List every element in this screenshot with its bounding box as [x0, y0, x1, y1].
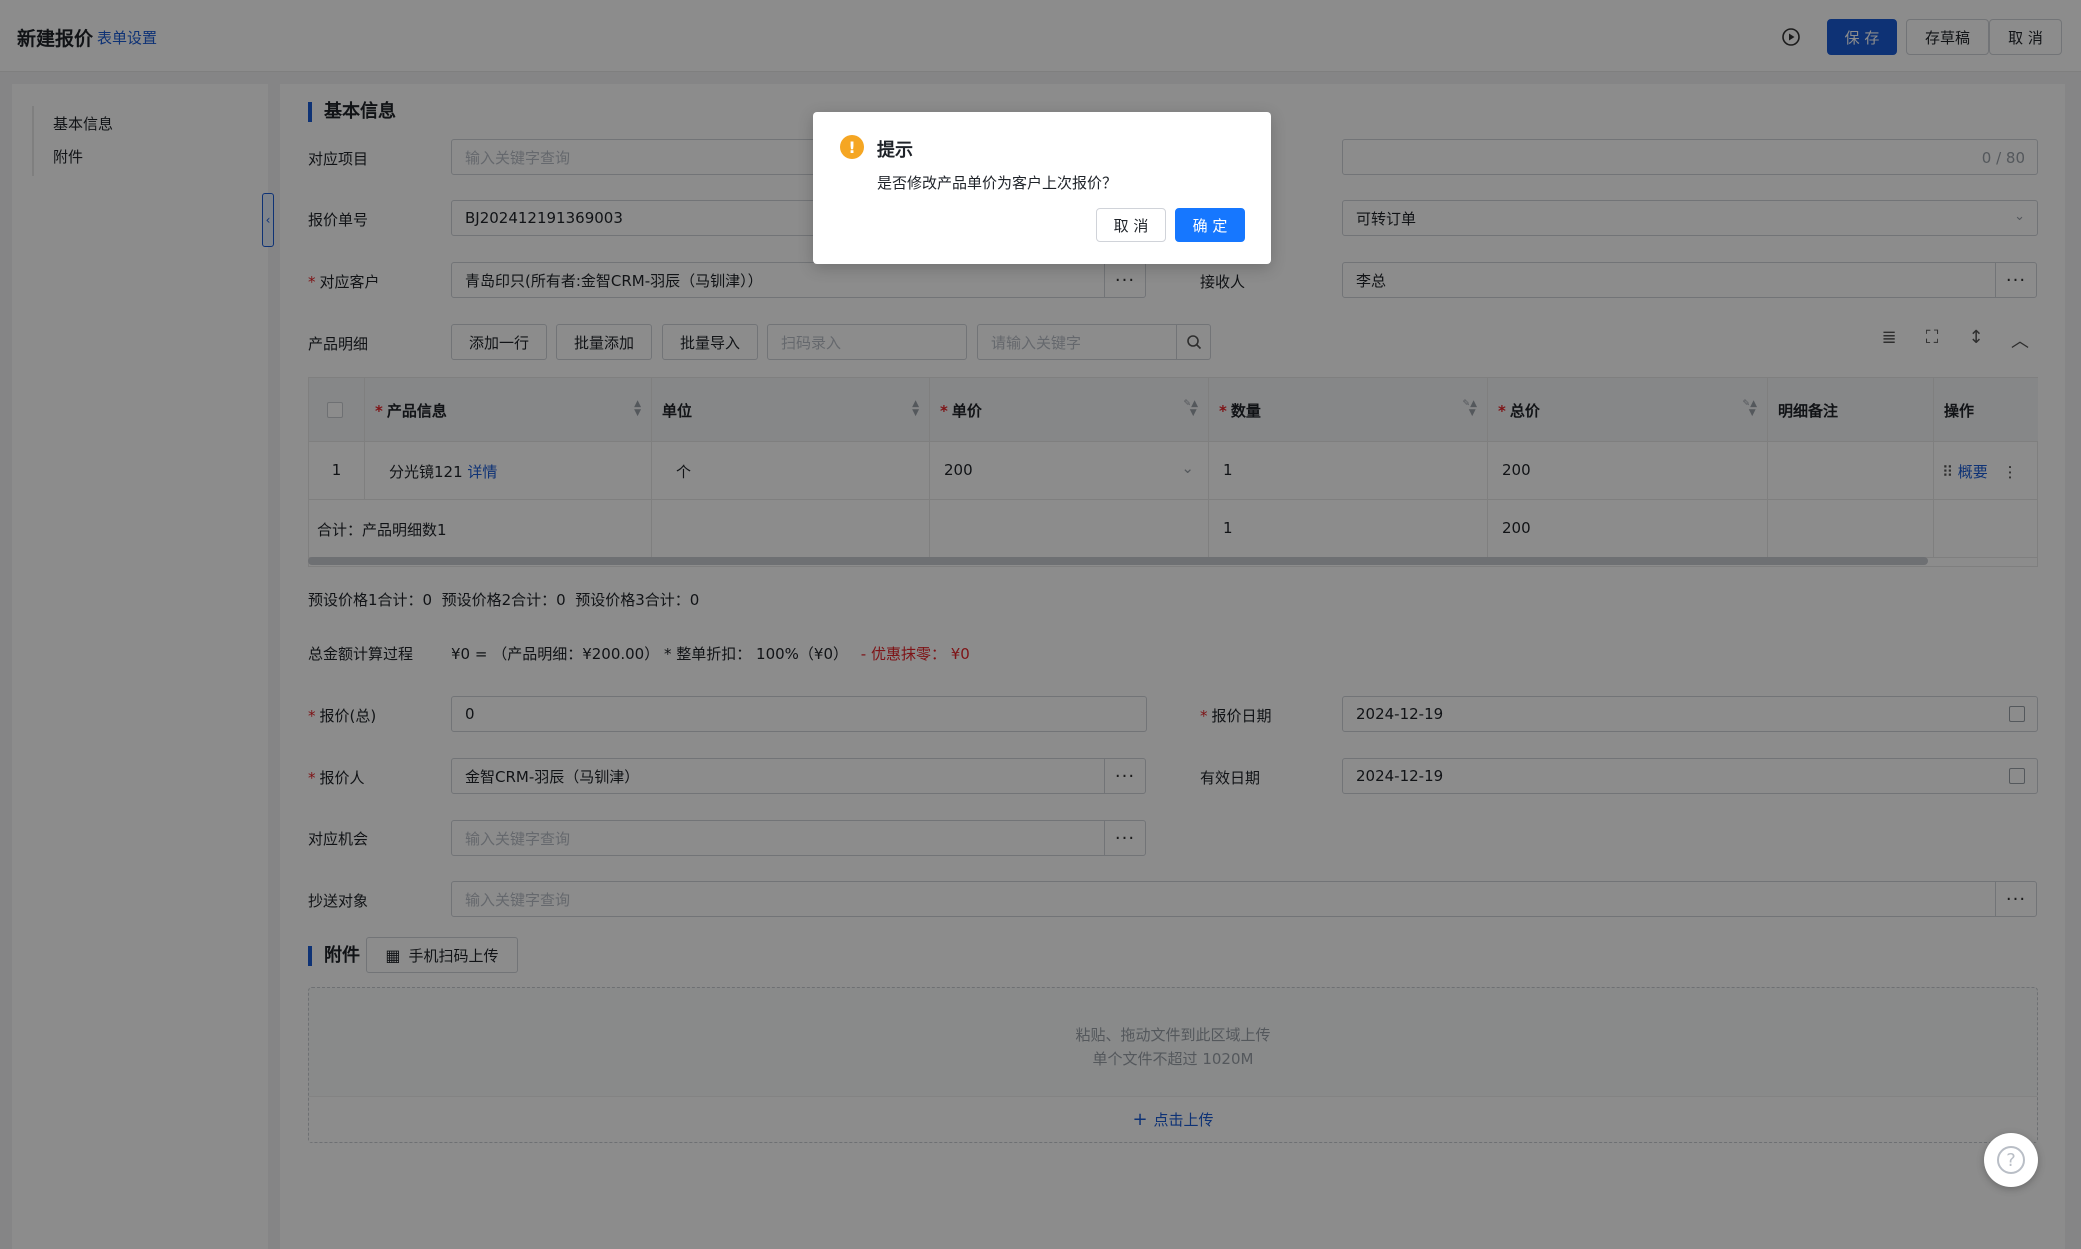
confirm-dialog: ! 提示 是否修改产品单价为客户上次报价？ 取 消 确 定 — [813, 112, 1271, 264]
dialog-cancel-button[interactable]: 取 消 — [1096, 208, 1166, 242]
dialog-title: 提示 — [877, 140, 913, 161]
help-icon: ? — [1997, 1146, 2025, 1174]
dialog-ok-button[interactable]: 确 定 — [1175, 208, 1245, 242]
help-button[interactable]: ? — [1984, 1133, 2038, 1187]
warning-icon: ! — [840, 135, 864, 159]
dialog-message: 是否修改产品单价为客户上次报价？ — [877, 174, 1118, 192]
